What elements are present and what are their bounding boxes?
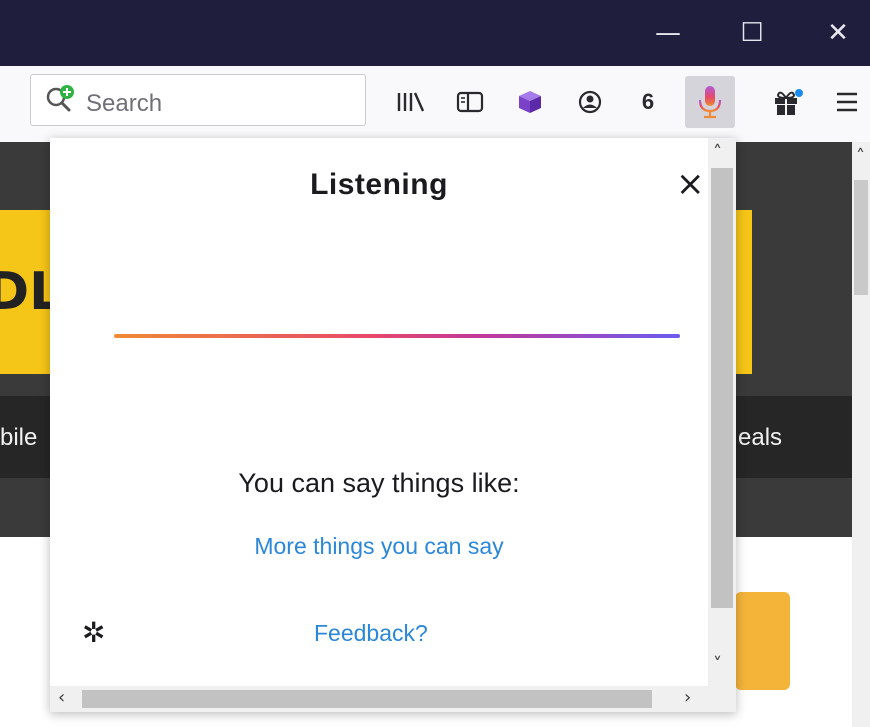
search-add-icon xyxy=(46,85,74,112)
extension-badge-count[interactable]: 6 xyxy=(632,82,664,122)
menu-button[interactable] xyxy=(830,82,864,122)
extension-button[interactable] xyxy=(512,82,548,122)
settings-gear-icon[interactable]: ✲ xyxy=(82,616,105,649)
sidebar-button[interactable] xyxy=(452,82,488,122)
search-input[interactable] xyxy=(30,74,366,126)
scroll-up-icon[interactable]: ˄ xyxy=(713,142,722,163)
whats-new-button[interactable] xyxy=(768,82,808,122)
library-icon xyxy=(397,92,425,112)
account-button[interactable] xyxy=(572,82,608,122)
microphone-icon xyxy=(698,86,722,119)
listening-waveform xyxy=(114,334,680,338)
search-placeholder: Search xyxy=(86,90,163,117)
page-scroll-up-icon[interactable]: ˄ xyxy=(856,146,865,167)
maximize-button[interactable]: ☐ xyxy=(724,0,780,66)
suggestion-prompt: You can say things like: xyxy=(238,468,520,498)
close-icon: × xyxy=(676,164,705,204)
close-window-button[interactable]: ✕ xyxy=(810,0,866,66)
page-scrollbar-thumb[interactable] xyxy=(854,180,868,295)
maximize-icon: ☐ xyxy=(740,18,764,48)
extension-cube-icon xyxy=(519,91,541,113)
minimize-button[interactable]: — xyxy=(640,0,696,66)
popup-horizontal-scrollbar-thumb[interactable] xyxy=(82,690,652,708)
sidebar-icon xyxy=(456,91,484,113)
page-action-button[interactable] xyxy=(735,592,790,690)
popup-close-button[interactable]: × xyxy=(676,166,705,202)
account-icon xyxy=(578,90,602,114)
page-logo-text: DL xyxy=(0,262,52,322)
close-icon: ✕ xyxy=(827,18,849,48)
page-nav-item-left[interactable]: bile xyxy=(0,424,52,452)
popup-title: Listening xyxy=(310,168,448,201)
gift-icon xyxy=(775,89,803,115)
popup-vertical-scrollbar-thumb[interactable] xyxy=(711,168,733,608)
minimize-icon: — xyxy=(655,18,681,48)
page-banner-edge xyxy=(735,210,752,374)
page-nav-item-right[interactable]: eals xyxy=(738,424,782,452)
library-button[interactable] xyxy=(392,82,428,122)
scroll-left-icon[interactable]: ‹ xyxy=(58,687,65,708)
scroll-right-icon[interactable]: › xyxy=(684,687,691,708)
scroll-down-icon[interactable]: ˅ xyxy=(713,654,722,675)
more-things-link[interactable]: More things you can say xyxy=(50,533,736,560)
menu-icon xyxy=(837,92,857,112)
feedback-link[interactable]: Feedback? xyxy=(314,620,428,647)
